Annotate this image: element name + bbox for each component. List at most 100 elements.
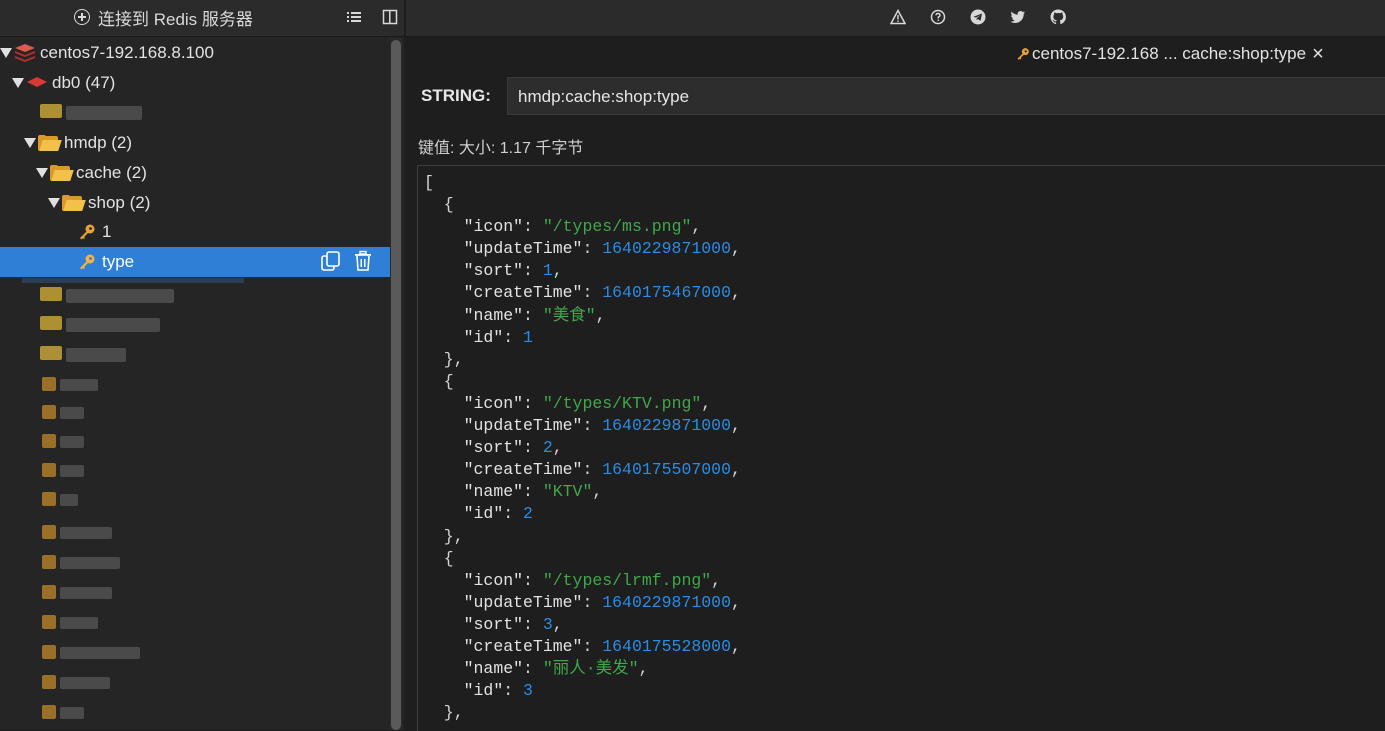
sidebar-scrollbar[interactable] [390,38,402,730]
connect-redis-button[interactable]: 连接到 Redis 服务器 [74,6,253,29]
database-node-db0[interactable]: db0 (47) [0,68,400,98]
db-count: (47) [85,73,116,92]
warning-icon[interactable] [890,9,906,25]
blurred-key-icon [42,525,56,539]
folder-label: shop [88,193,125,212]
json-key: "createTime" [463,283,583,303]
blurred-key-icon [42,675,56,689]
tab-key[interactable]: centos7-192.168 ... cache:shop:type × [1016,42,1324,66]
json-number-value: 3 [523,681,533,701]
database-icon [27,77,47,87]
json-string-value: "/types/ms.png" [542,217,692,237]
chevron-down-icon[interactable] [36,168,48,178]
copy-icon[interactable] [320,250,342,272]
blurred-item[interactable] [60,494,78,506]
key-node-1[interactable]: 1 [0,217,404,247]
json-key: "sort" [463,614,524,634]
blurred-key-icon [42,377,56,391]
json-number-value: 1640229871000 [602,239,731,259]
blurred-item[interactable] [60,587,112,599]
redis-server-icon [15,44,35,62]
sidebar-toolbar: 连接到 Redis 服务器 [0,0,404,37]
blurred-folder-icon [40,346,62,360]
value-size-label: 键值: 大小: 1.17 千字节 [418,140,584,157]
twitter-icon[interactable] [1010,9,1026,25]
folder-node-hmdp[interactable]: hmdp (2) [0,128,404,158]
telegram-icon[interactable] [970,9,986,25]
json-string-value: "KTV" [542,482,593,502]
value-type-label: STRING: [421,86,491,105]
json-string-value: "丽人·美发" [542,659,639,679]
json-key: "icon" [463,570,524,590]
json-key: "createTime" [463,460,583,480]
json-key: "createTime" [463,636,583,656]
json-text: [ { "icon": "/types/ms.png", "updateTime… [424,173,741,723]
blurred-folder-icon [40,287,62,301]
blurred-item[interactable] [60,527,112,539]
blurred-item[interactable] [66,289,174,303]
key-name-field[interactable]: hmdp:cache:shop:type [507,77,1385,115]
blurred-item[interactable] [60,379,98,391]
blurred-item[interactable] [60,677,110,689]
row-actions [320,250,374,272]
chevron-down-icon[interactable] [48,198,60,208]
json-number-value: 2 [542,438,553,458]
chevron-down-icon[interactable] [24,138,36,148]
blurred-item[interactable] [66,348,126,362]
blurred-item[interactable] [60,465,84,477]
blurred-item[interactable] [60,647,140,659]
trash-icon[interactable] [352,250,374,272]
connection-name: centos7-192.168.8.100 [40,43,214,62]
json-string-value: "/types/KTV.png" [542,393,702,413]
folder-node-cache[interactable]: cache (2) [0,158,404,188]
blurred-item[interactable] [60,407,84,419]
key-icon [80,254,95,270]
folder-open-icon [62,195,86,211]
json-number-value: 1640175528000 [602,636,731,656]
split-view-icon[interactable] [382,9,398,25]
json-key: "id" [463,327,504,347]
key-label: 1 [102,222,112,241]
folder-node-shop[interactable]: shop (2) [0,188,404,218]
scrollbar-thumb[interactable] [391,40,401,730]
folder-count: (2) [111,133,133,152]
blurred-key-icon [42,645,56,659]
tab-label: centos7-192.168 ... cache:shop:type [1032,44,1307,63]
json-key: "name" [463,305,524,325]
blurred-item[interactable] [60,617,98,629]
json-number-value: 1640229871000 [602,592,731,612]
db-label: db0 [52,73,81,92]
blurred-item[interactable] [60,436,84,448]
chevron-down-icon[interactable] [12,78,24,88]
folder-count: (2) [126,163,147,182]
selection-shadow [22,278,244,283]
help-icon[interactable] [930,9,946,25]
close-icon[interactable]: × [1312,43,1324,66]
key-node-type[interactable]: type [0,247,402,277]
json-key: "sort" [463,438,524,458]
key-label: type [102,252,135,271]
key-icon [80,224,95,240]
folder-label: cache [76,163,122,182]
folder-label: hmdp [64,133,107,152]
json-number-value: 1 [523,327,533,347]
blurred-key-icon [42,705,56,719]
blurred-item[interactable] [60,557,120,569]
json-key: "id" [463,681,504,701]
json-number-value: 1640229871000 [602,416,731,436]
blurred-key-icon [42,555,56,569]
json-number-value: 1640175467000 [602,283,731,303]
json-number-value: 3 [542,614,553,634]
blurred-key-icon [42,405,56,419]
main-toolbar [406,0,1385,37]
json-key: "updateTime" [463,592,583,612]
connection-node[interactable]: centos7-192.168.8.100 [0,38,388,68]
json-value-editor[interactable]: [ { "icon": "/types/ms.png", "updateTime… [417,165,1385,731]
blurred-item[interactable] [60,707,84,719]
blurred-item[interactable] [66,318,160,332]
chevron-down-icon[interactable] [0,48,12,58]
github-icon[interactable] [1050,9,1066,25]
list-view-icon[interactable] [346,9,362,25]
folder-open-icon [50,165,74,181]
blurred-item[interactable] [66,106,142,120]
